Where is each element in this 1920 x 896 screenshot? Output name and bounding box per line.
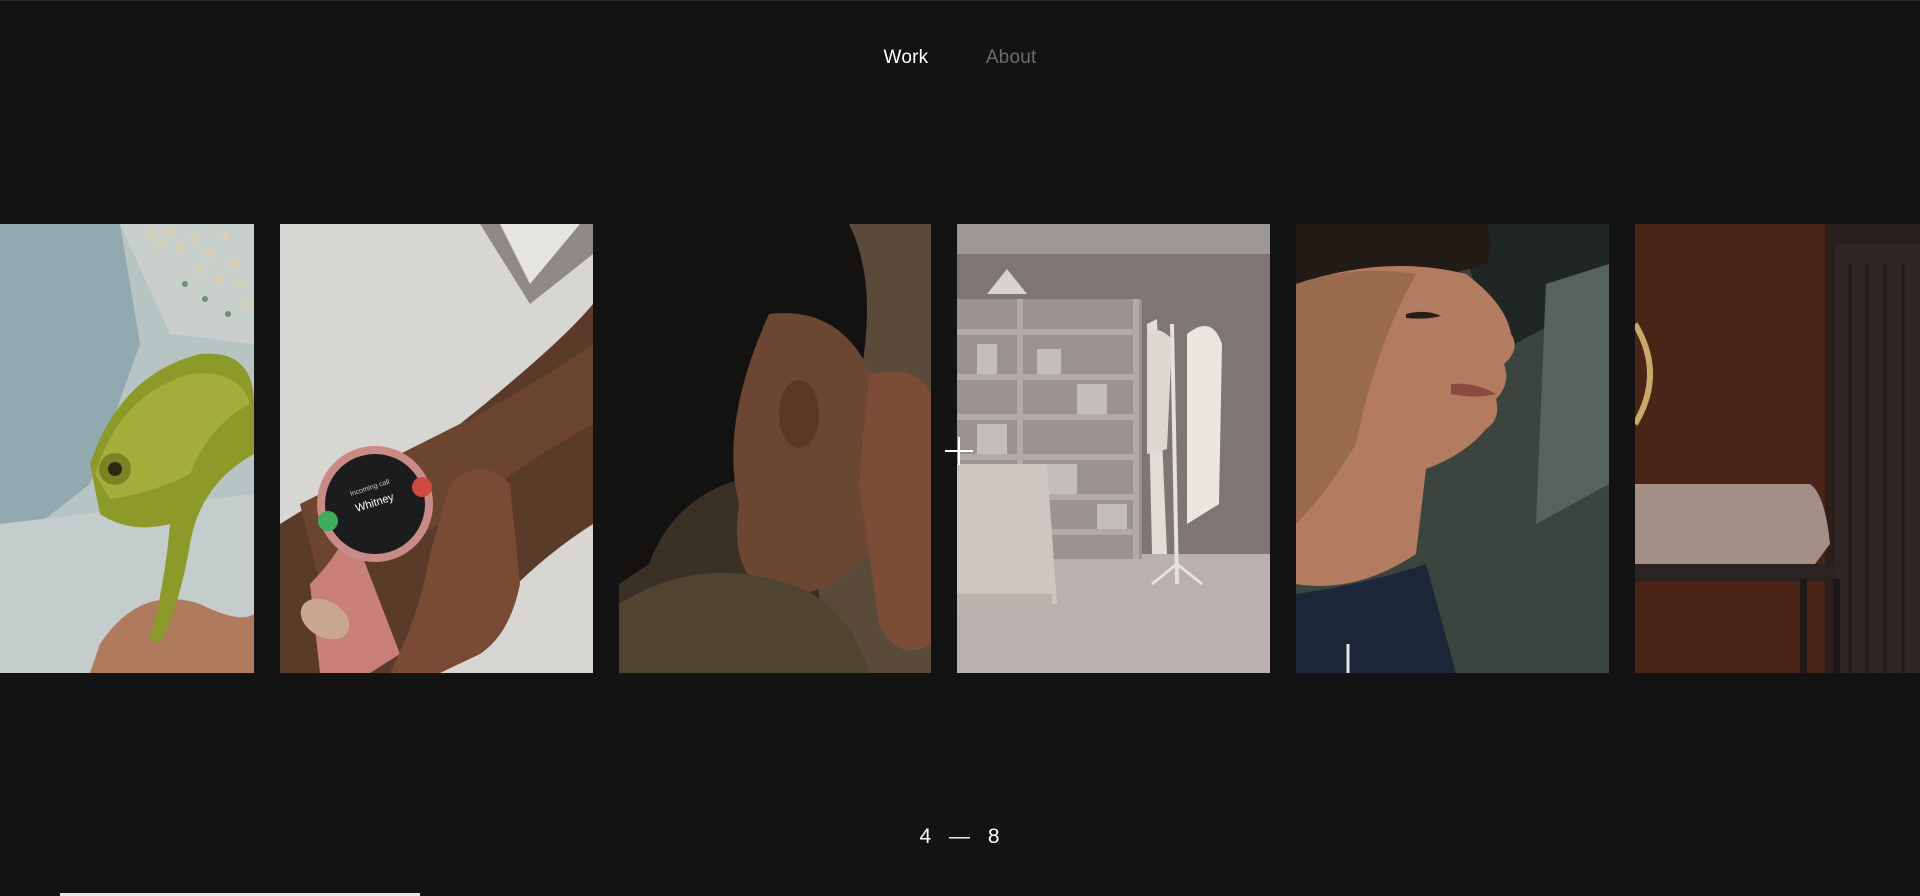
room-render-image: [957, 224, 1270, 673]
profile-portrait-image: [1296, 224, 1609, 673]
page: Work About Incoming call Whitney 4 — 8: [0, 0, 1920, 896]
counter-separator: —: [949, 825, 971, 848]
gallery-card-chameleon[interactable]: [0, 224, 254, 673]
nav-about-link[interactable]: About: [986, 47, 1037, 69]
chameleon-image: [0, 224, 254, 673]
gallery-card-smartwatch[interactable]: Incoming call Whitney: [280, 224, 593, 673]
gallery-strip: Incoming call Whitney: [0, 224, 1920, 673]
nav-work-link[interactable]: Work: [884, 47, 929, 69]
gallery-card-room-render[interactable]: [957, 224, 1270, 673]
smartwatch-image: Incoming call Whitney: [280, 224, 593, 673]
gallery-card-interior[interactable]: [1635, 224, 1920, 673]
counter-current: 4: [919, 825, 933, 848]
counter-total: 8: [987, 825, 1001, 848]
gallery-card-hand-portrait[interactable]: [619, 224, 931, 673]
gallery-card-profile-portrait[interactable]: [1296, 224, 1609, 673]
hand-portrait-image: [619, 224, 931, 673]
interior-image: [1635, 224, 1920, 673]
slide-counter: 4 — 8: [0, 825, 1920, 849]
top-nav: Work About: [0, 47, 1920, 69]
